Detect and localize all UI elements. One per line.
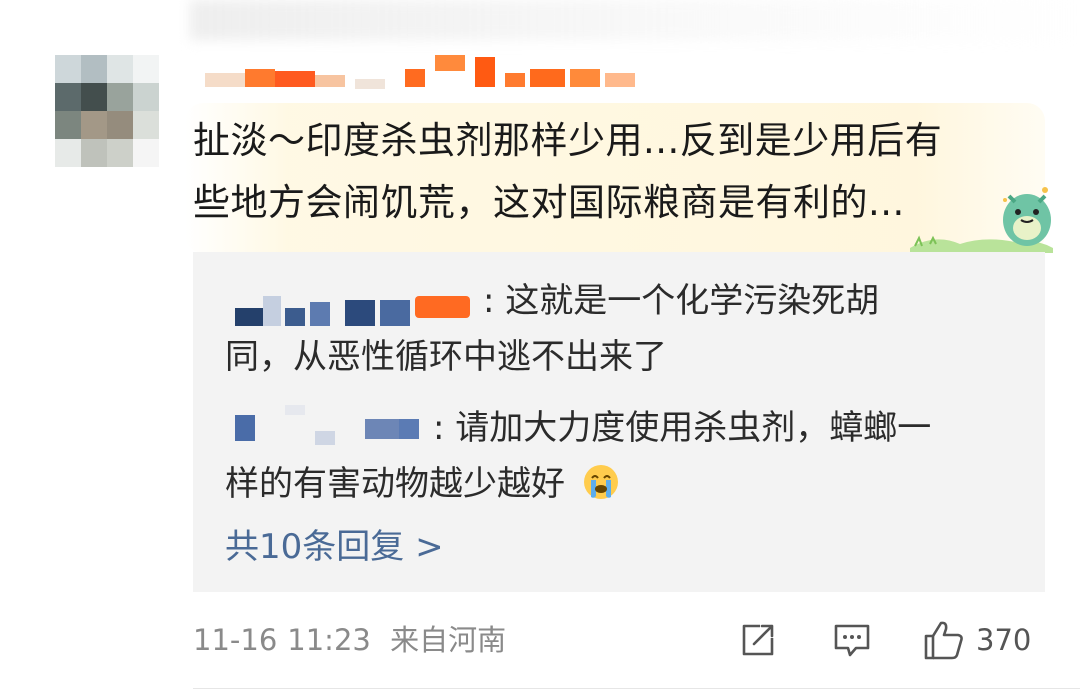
view-all-replies-link[interactable]: 共10条回复 > <box>225 522 444 572</box>
reply-2-line-2: 样的有害动物越少越好 <box>225 464 565 504</box>
divider <box>193 688 1080 689</box>
username-mosaic[interactable] <box>205 55 665 100</box>
crying-face-emoji-icon <box>583 465 618 499</box>
like-count: 370 <box>976 623 1032 657</box>
share-icon <box>742 624 774 656</box>
comment-meta: 11-16 11:23 来自河南 <box>193 618 516 662</box>
reply-2-line-1: 请加大力度使用杀虫剂，蟑螂一 <box>455 408 932 448</box>
reply-1-line-1: 这就是一个化学污染死胡 <box>505 281 880 321</box>
comment-date: 11-16 <box>193 623 278 657</box>
comment-line-1: 扯淡～印度杀虫剂那样少用...反到是少用后有 <box>193 119 943 162</box>
like-button[interactable]: 370 <box>922 618 1031 662</box>
reply-1-separator: : <box>483 281 495 321</box>
blurred-header-strip <box>190 0 1080 40</box>
thumbs-up-icon <box>924 621 963 660</box>
comment-location: 来自河南 <box>390 623 507 657</box>
comment-button[interactable] <box>832 618 872 662</box>
comment-screen: 扯淡～印度杀虫剂那样少用...反到是少用后有 些地方会闹饥荒，这对国际粮商是有利… <box>0 0 1080 693</box>
dinosaur-sticker-icon <box>910 187 1053 253</box>
comment-icon <box>834 624 870 657</box>
reply-2[interactable]: : 请加大力度使用杀虫剂，蟑螂一 样的有害动物越少越好 <box>225 400 1025 512</box>
reply-1[interactable]: : 这就是一个化学污染死胡 同，从恶性循环中逃不出来了 <box>225 273 1025 385</box>
reply-2-separator: : <box>433 408 445 448</box>
share-button[interactable] <box>738 618 778 662</box>
comment-time: 11:23 <box>287 623 371 657</box>
reply-1-line-2: 同，从恶性循环中逃不出来了 <box>225 337 667 377</box>
avatar[interactable] <box>55 55 159 167</box>
